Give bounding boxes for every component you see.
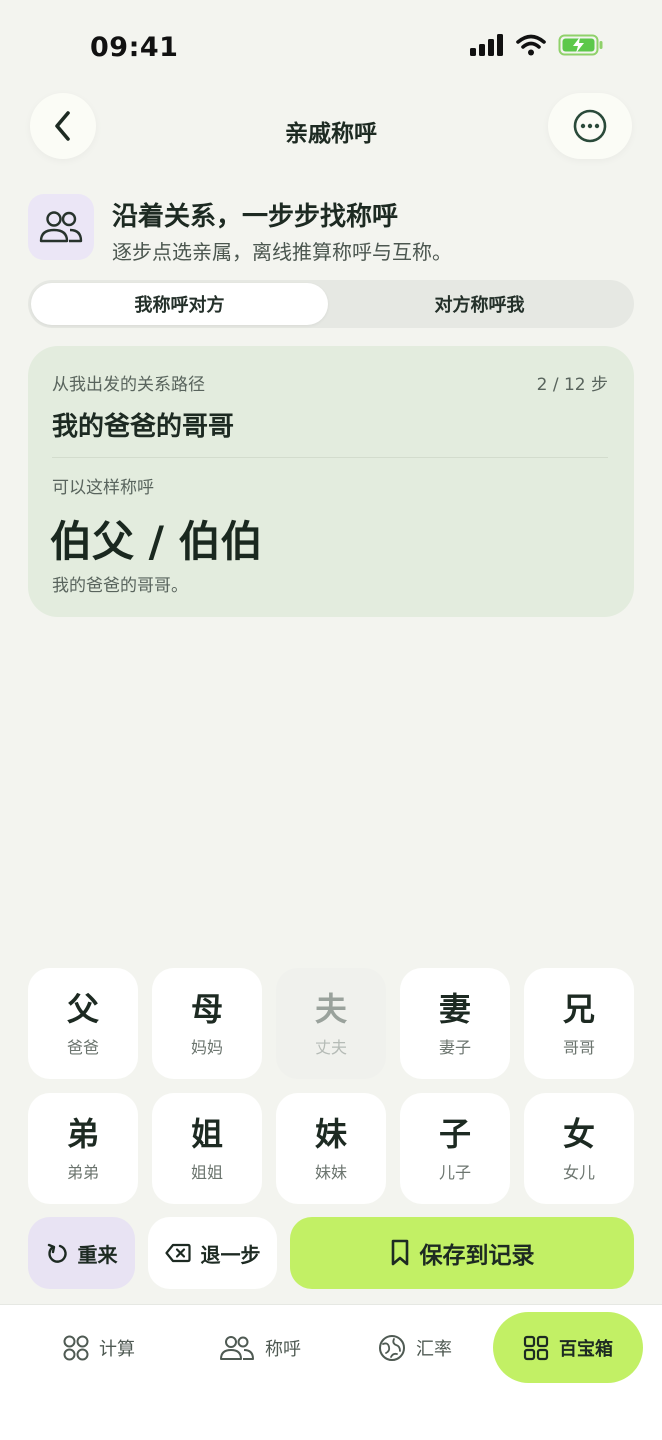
key-husband: 夫 丈夫	[276, 968, 386, 1079]
grid-circles-icon	[63, 1335, 89, 1361]
key-label: 女儿	[562, 1162, 595, 1182]
intro-icon-badge	[28, 194, 94, 260]
key-elder-sister[interactable]: 姐 姐姐	[152, 1093, 262, 1204]
tab-label: 汇率	[416, 1339, 452, 1360]
key-char: 夫	[314, 989, 347, 1028]
segment-they-address-me[interactable]: 对方称呼我	[331, 283, 628, 325]
key-label: 妈妈	[190, 1037, 223, 1057]
action-row: 重来 退一步 保存到记录	[28, 1217, 634, 1289]
more-button[interactable]	[548, 93, 632, 159]
key-label: 爸爸	[66, 1037, 99, 1057]
direction-segmented-control: 我称呼对方 对方称呼我	[28, 280, 634, 328]
key-label: 儿子	[438, 1162, 471, 1182]
navigation-bar: 亲戚称呼	[0, 93, 662, 160]
more-horizontal-icon	[573, 109, 607, 143]
grid-squares-icon	[523, 1335, 549, 1360]
path-label: 从我出发的关系路径	[52, 375, 205, 395]
tab-toolbox[interactable]: 百宝箱	[493, 1312, 643, 1383]
tab-label: 称呼	[265, 1339, 301, 1360]
reset-button[interactable]: 重来	[28, 1217, 135, 1289]
rotate-ccw-icon	[47, 1243, 67, 1263]
intro-title: 沿着关系，一步步找称呼	[112, 202, 399, 232]
kinship-answer: 伯父 / 伯伯	[50, 517, 263, 566]
key-char: 兄	[562, 989, 595, 1028]
key-char: 母	[190, 989, 223, 1028]
tab-calculate[interactable]: 计算	[44, 1313, 154, 1383]
bookmark-icon	[391, 1239, 408, 1266]
key-label: 丈夫	[314, 1037, 347, 1057]
key-label: 哥哥	[562, 1037, 595, 1057]
answer-note: 我的爸爸的哥哥。	[52, 576, 188, 596]
key-daughter[interactable]: 女 女儿	[524, 1093, 634, 1204]
key-father[interactable]: 父 爸爸	[28, 968, 138, 1079]
globe-exchange-icon	[379, 1335, 405, 1361]
key-mother[interactable]: 母 妈妈	[152, 968, 262, 1079]
key-char: 女	[562, 1114, 595, 1153]
step-counter: 2 / 12 步	[536, 375, 608, 395]
key-char: 父	[66, 989, 99, 1028]
segment-i-address-them[interactable]: 我称呼对方	[31, 283, 328, 325]
divider	[52, 457, 608, 458]
reset-label: 重来	[77, 1242, 118, 1267]
key-label: 姐姐	[190, 1162, 223, 1182]
key-elder-brother[interactable]: 兄 哥哥	[524, 968, 634, 1079]
backspace-icon	[164, 1243, 191, 1263]
people-icon	[220, 1336, 254, 1360]
key-char: 妻	[438, 989, 471, 1028]
key-younger-sister[interactable]: 妹 妹妹	[276, 1093, 386, 1204]
battery-charging-icon	[558, 34, 603, 56]
tab-kinship[interactable]: 称呼	[200, 1313, 320, 1383]
answer-label: 可以这样称呼	[52, 478, 154, 498]
key-label: 妻子	[438, 1037, 471, 1057]
key-char: 妹	[314, 1114, 347, 1153]
relation-path: 我的爸爸的哥哥	[52, 412, 235, 442]
signal-icon	[470, 34, 503, 56]
people-icon	[39, 211, 83, 243]
save-to-records-button[interactable]: 保存到记录	[290, 1217, 634, 1289]
tab-bar: 计算 称呼 汇率 百宝箱	[0, 1304, 662, 1440]
key-char: 姐	[190, 1114, 223, 1153]
key-label: 妹妹	[314, 1162, 347, 1182]
save-label: 保存到记录	[419, 1243, 535, 1269]
tab-label: 百宝箱	[559, 1338, 613, 1360]
tab-exchange-rate[interactable]: 汇率	[360, 1313, 470, 1383]
status-icons	[470, 34, 604, 56]
status-bar: 09:41	[0, 0, 662, 96]
key-char: 弟	[66, 1114, 99, 1153]
intro-section: 沿着关系，一步步找称呼 逐步点选亲属，离线推算称呼与互称。	[28, 192, 638, 264]
key-wife[interactable]: 妻 妻子	[400, 968, 510, 1079]
intro-subtitle: 逐步点选亲属，离线推算称呼与互称。	[112, 240, 452, 264]
undo-label: 退一步	[200, 1242, 261, 1267]
key-label: 弟弟	[66, 1162, 99, 1182]
wifi-icon	[516, 34, 546, 56]
key-char: 子	[438, 1114, 471, 1153]
tab-label: 计算	[99, 1339, 135, 1360]
undo-button[interactable]: 退一步	[148, 1217, 277, 1289]
key-younger-brother[interactable]: 弟 弟弟	[28, 1093, 138, 1204]
result-card: 从我出发的关系路径 2 / 12 步 我的爸爸的哥哥 可以这样称呼 伯父 / 伯…	[28, 346, 634, 617]
key-son[interactable]: 子 儿子	[400, 1093, 510, 1204]
status-time: 09:41	[90, 32, 179, 63]
